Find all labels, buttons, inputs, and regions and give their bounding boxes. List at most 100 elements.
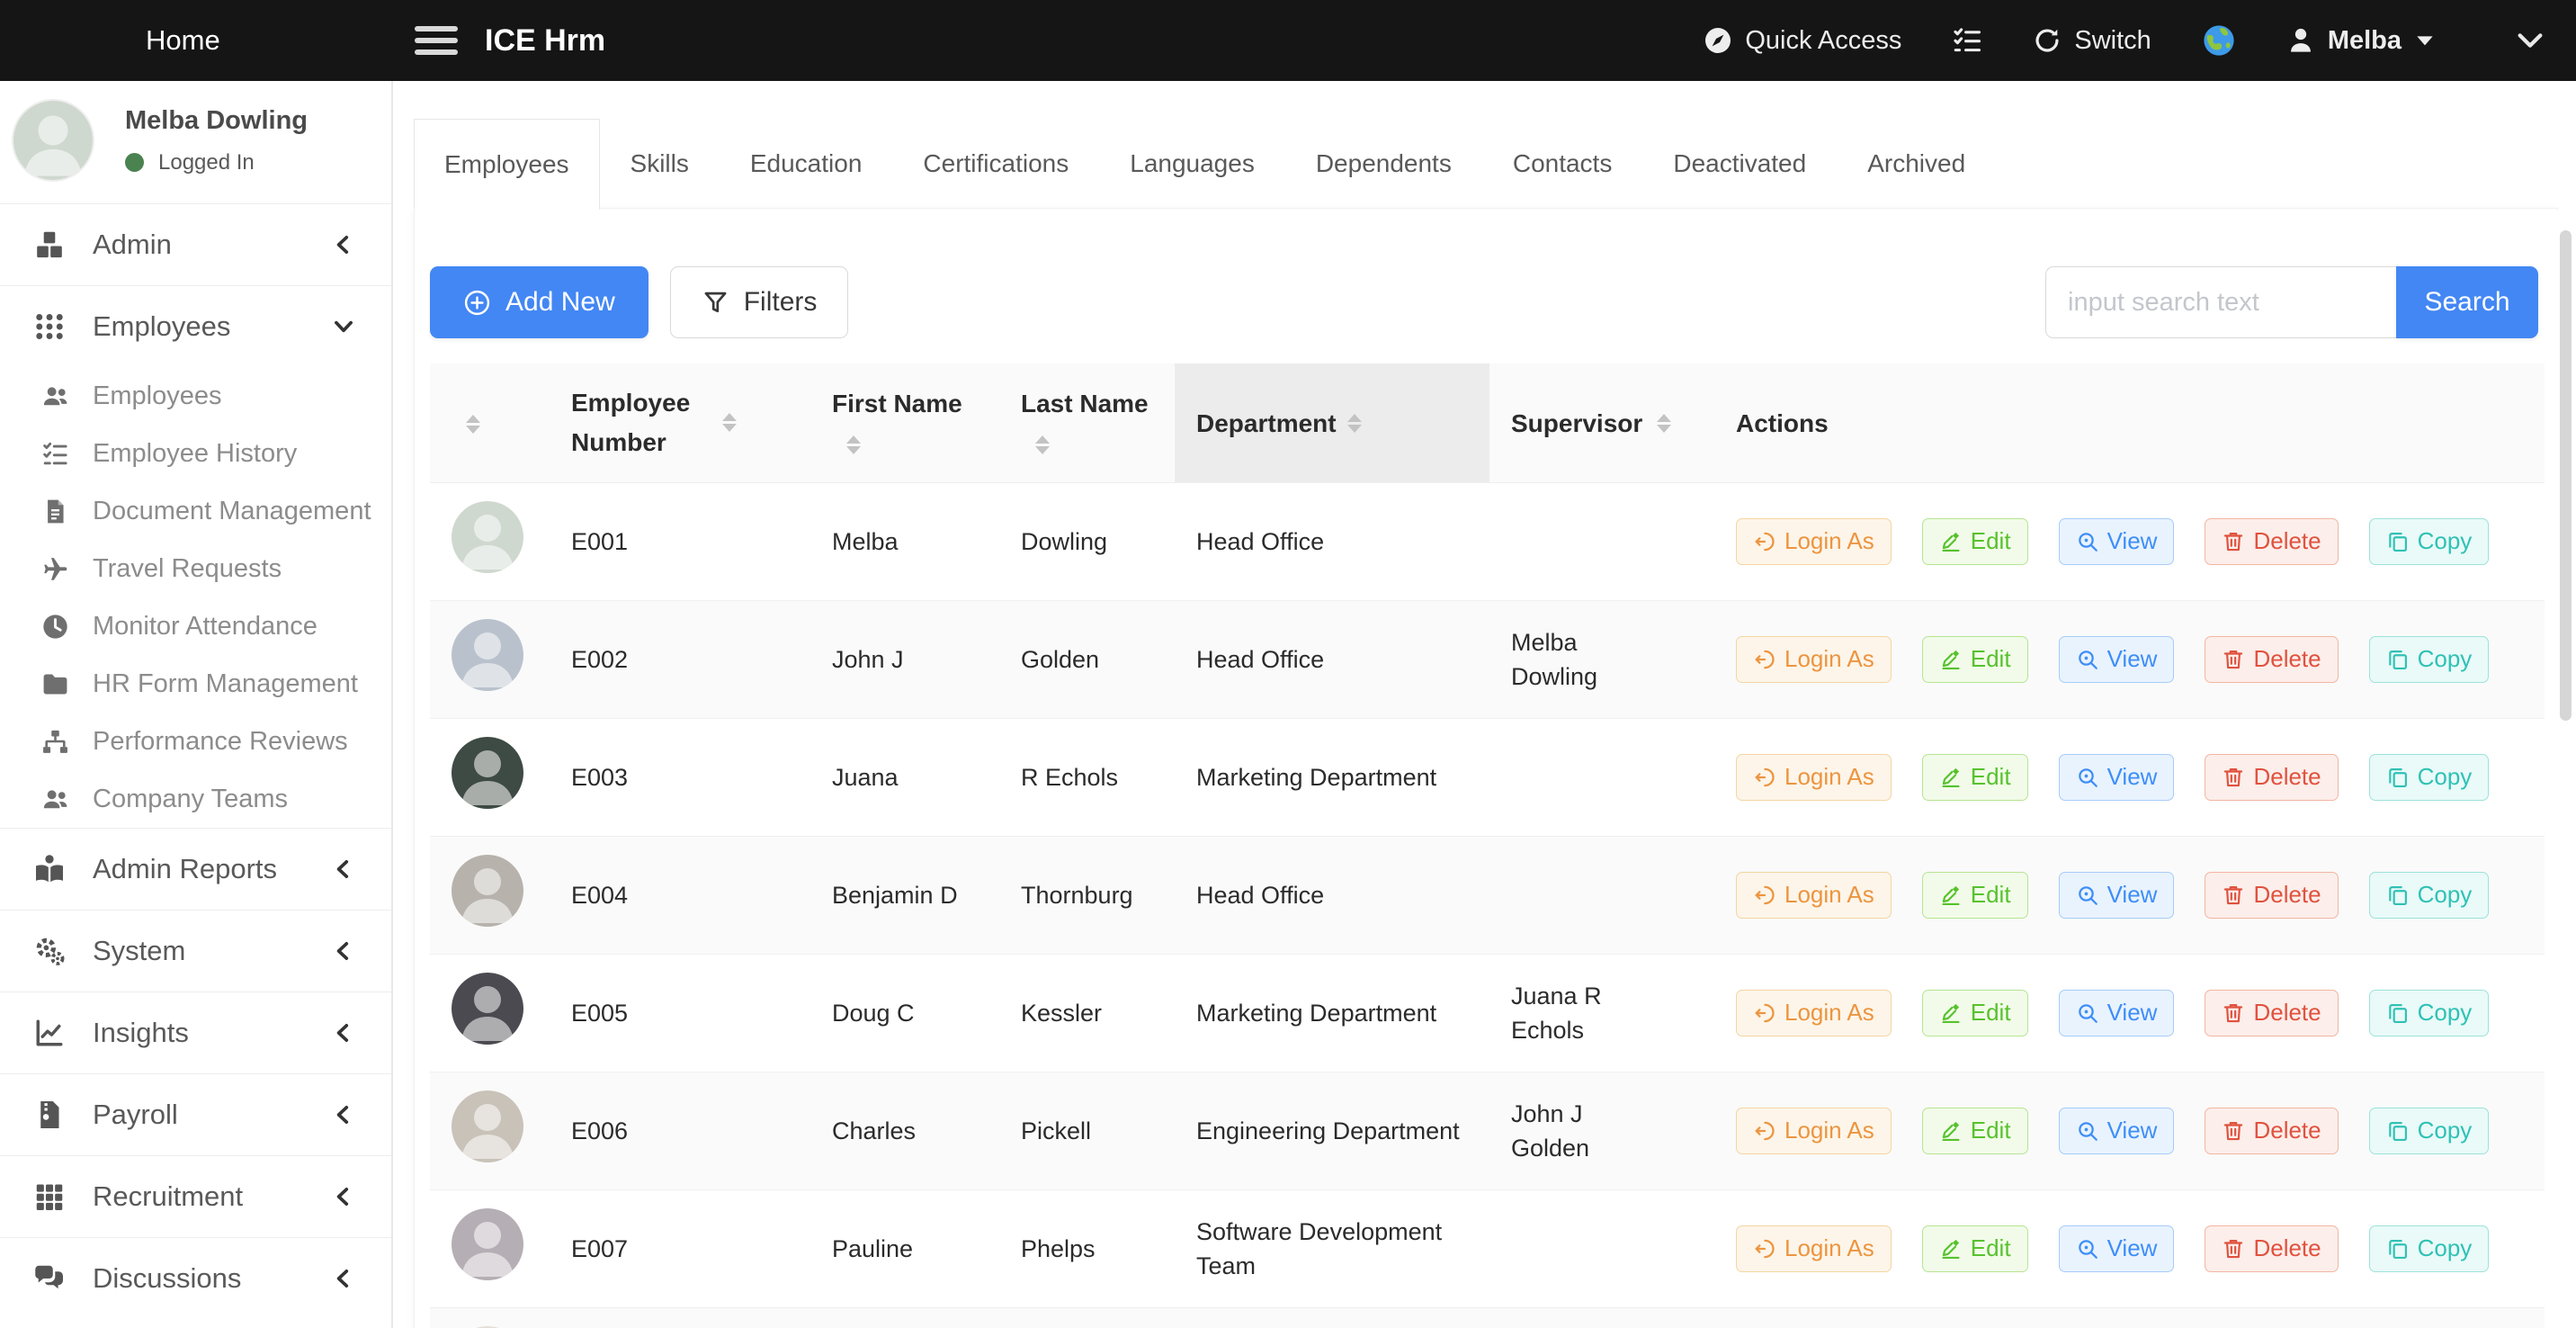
sort-icon[interactable] (1035, 428, 1050, 462)
login-as-button[interactable]: Login As (1736, 872, 1892, 919)
user-menu[interactable]: Melba (2286, 26, 2452, 56)
sidebar-item-admin[interactable]: Admin (0, 203, 391, 285)
sidebar-subitem-employees[interactable]: Employees (0, 367, 391, 425)
view-button[interactable]: View (2059, 754, 2175, 801)
edit-button[interactable]: Edit (1922, 872, 2028, 919)
language-globe-button[interactable] (2202, 23, 2236, 58)
edit-button[interactable]: Edit (1922, 754, 2028, 801)
edit-button[interactable]: Edit (1922, 1225, 2028, 1272)
edit-button[interactable]: Edit (1922, 518, 2028, 565)
tab-education[interactable]: Education (720, 119, 893, 208)
cell-supervisor: Juana R Echols (1489, 954, 1714, 1072)
tab-certifications[interactable]: Certifications (892, 119, 1099, 208)
tab-contacts[interactable]: Contacts (1482, 119, 1643, 208)
sidebar-item-admin-reports[interactable]: Admin Reports (0, 828, 391, 910)
delete-button[interactable]: Delete (2205, 636, 2338, 683)
sidebar-item-label: Admin Reports (93, 853, 277, 885)
delete-button[interactable]: Delete (2205, 990, 2338, 1036)
sidebar-item-payroll[interactable]: Payroll (0, 1073, 391, 1155)
copy-button[interactable]: Copy (2369, 1225, 2490, 1272)
login-as-button[interactable]: Login As (1736, 636, 1892, 683)
chevron-left-icon (332, 1021, 355, 1045)
login-as-button[interactable]: Login As (1736, 518, 1892, 565)
sort-icon[interactable] (1657, 407, 1671, 440)
copy-button[interactable]: Copy (2369, 990, 2490, 1036)
column-header-last-name[interactable]: Last Name (999, 363, 1175, 482)
sidebar-subitem-monitor-attendance[interactable]: Monitor Attendance (0, 597, 391, 655)
employees-table: Employee NumberFirst NameLast NameDepart… (430, 363, 2545, 1328)
hamburger-menu-icon[interactable] (415, 20, 458, 61)
tab-archived[interactable]: Archived (1837, 119, 1996, 208)
sidebar-item-insights[interactable]: Insights (0, 992, 391, 1073)
sort-icon[interactable] (846, 428, 861, 462)
view-button[interactable]: View (2059, 518, 2175, 565)
filters-button[interactable]: Filters (670, 266, 849, 338)
sidebar-item-discussions[interactable]: Discussions (0, 1237, 391, 1319)
sidebar-subitem-company-teams[interactable]: Company Teams (0, 770, 391, 828)
sidebar-item-recruitment[interactable]: Recruitment (0, 1155, 391, 1237)
search-button[interactable]: Search (2396, 266, 2538, 338)
sidebar-subitem-travel-requests[interactable]: Travel Requests (0, 540, 391, 597)
cell-actions: Login As Edit View Delete Copy (1714, 1072, 2545, 1189)
delete-button[interactable]: Delete (2205, 872, 2338, 919)
view-button[interactable]: View (2059, 1108, 2175, 1154)
task-list-icon (1952, 25, 1982, 56)
sidebar-subitem-document-management[interactable]: Document Management (0, 482, 391, 540)
copy-button[interactable]: Copy (2369, 872, 2490, 919)
compass-icon (1704, 26, 1732, 55)
view-button[interactable]: View (2059, 990, 2175, 1036)
vertical-scrollbar[interactable] (2560, 230, 2572, 721)
plus-circle-icon (463, 289, 491, 317)
tab-employees[interactable]: Employees (414, 119, 600, 210)
view-button[interactable]: View (2059, 636, 2175, 683)
column-header-first-name[interactable]: First Name (810, 363, 999, 482)
delete-button[interactable]: Delete (2205, 1225, 2338, 1272)
collapse-header-icon[interactable] (2515, 25, 2545, 56)
sidebar-item-system[interactable]: System (0, 910, 391, 992)
column-header-supervisor[interactable]: Supervisor (1489, 363, 1714, 482)
copy-button[interactable]: Copy (2369, 636, 2490, 683)
tab-skills[interactable]: Skills (600, 119, 720, 208)
view-button[interactable]: View (2059, 1225, 2175, 1272)
login-as-button[interactable]: Login As (1736, 1225, 1892, 1272)
sort-icon[interactable] (1347, 407, 1362, 440)
sort-icon[interactable] (722, 406, 737, 439)
sidebar-subitem-performance-reviews[interactable]: Performance Reviews (0, 713, 391, 770)
cell-first-name: Benjamin D (810, 836, 999, 954)
tab-deactivated[interactable]: Deactivated (1642, 119, 1837, 208)
add-new-button[interactable]: Add New (430, 266, 648, 338)
sidebar-item-label: Discussions (93, 1262, 241, 1295)
column-header-row-select[interactable] (430, 363, 550, 482)
copy-icon (2386, 530, 2410, 553)
copy-button[interactable]: Copy (2369, 754, 2490, 801)
home-link[interactable]: Home (0, 24, 393, 57)
edit-button[interactable]: Edit (1922, 1108, 2028, 1154)
cell-department: Head Office (1175, 482, 1489, 600)
tab-dependents[interactable]: Dependents (1285, 119, 1482, 208)
column-header-department[interactable]: Department (1175, 363, 1489, 482)
login-as-button[interactable]: Login As (1736, 1108, 1892, 1154)
delete-button[interactable]: Delete (2205, 1108, 2338, 1154)
edit-button[interactable]: Edit (1922, 636, 2028, 683)
sidebar-item-employees[interactable]: Employees (0, 285, 391, 367)
delete-button[interactable]: Delete (2205, 754, 2338, 801)
edit-button[interactable]: Edit (1922, 990, 2028, 1036)
tasks-button[interactable] (1952, 25, 1982, 56)
copy-button[interactable]: Copy (2369, 518, 2490, 565)
delete-button[interactable]: Delete (2205, 518, 2338, 565)
tab-languages[interactable]: Languages (1099, 119, 1285, 208)
sidebar-subitem-employee-history[interactable]: Employee History (0, 425, 391, 482)
view-button[interactable]: View (2059, 872, 2175, 919)
view-icon (2076, 1001, 2099, 1025)
chevron-down-icon (332, 315, 355, 338)
profile-card: Melba Dowling Logged In (0, 81, 391, 203)
sidebar-subitem-hr-form-management[interactable]: HR Form Management (0, 655, 391, 713)
search-input[interactable] (2045, 266, 2396, 338)
copy-button[interactable]: Copy (2369, 1108, 2490, 1154)
sort-icon[interactable] (466, 408, 480, 441)
login-as-button[interactable]: Login As (1736, 754, 1892, 801)
column-header-employee-number[interactable]: Employee Number (550, 363, 810, 482)
switch-button[interactable]: Switch (2033, 26, 2151, 56)
quick-access-button[interactable]: Quick Access (1704, 26, 1901, 56)
login-as-button[interactable]: Login As (1736, 990, 1892, 1036)
